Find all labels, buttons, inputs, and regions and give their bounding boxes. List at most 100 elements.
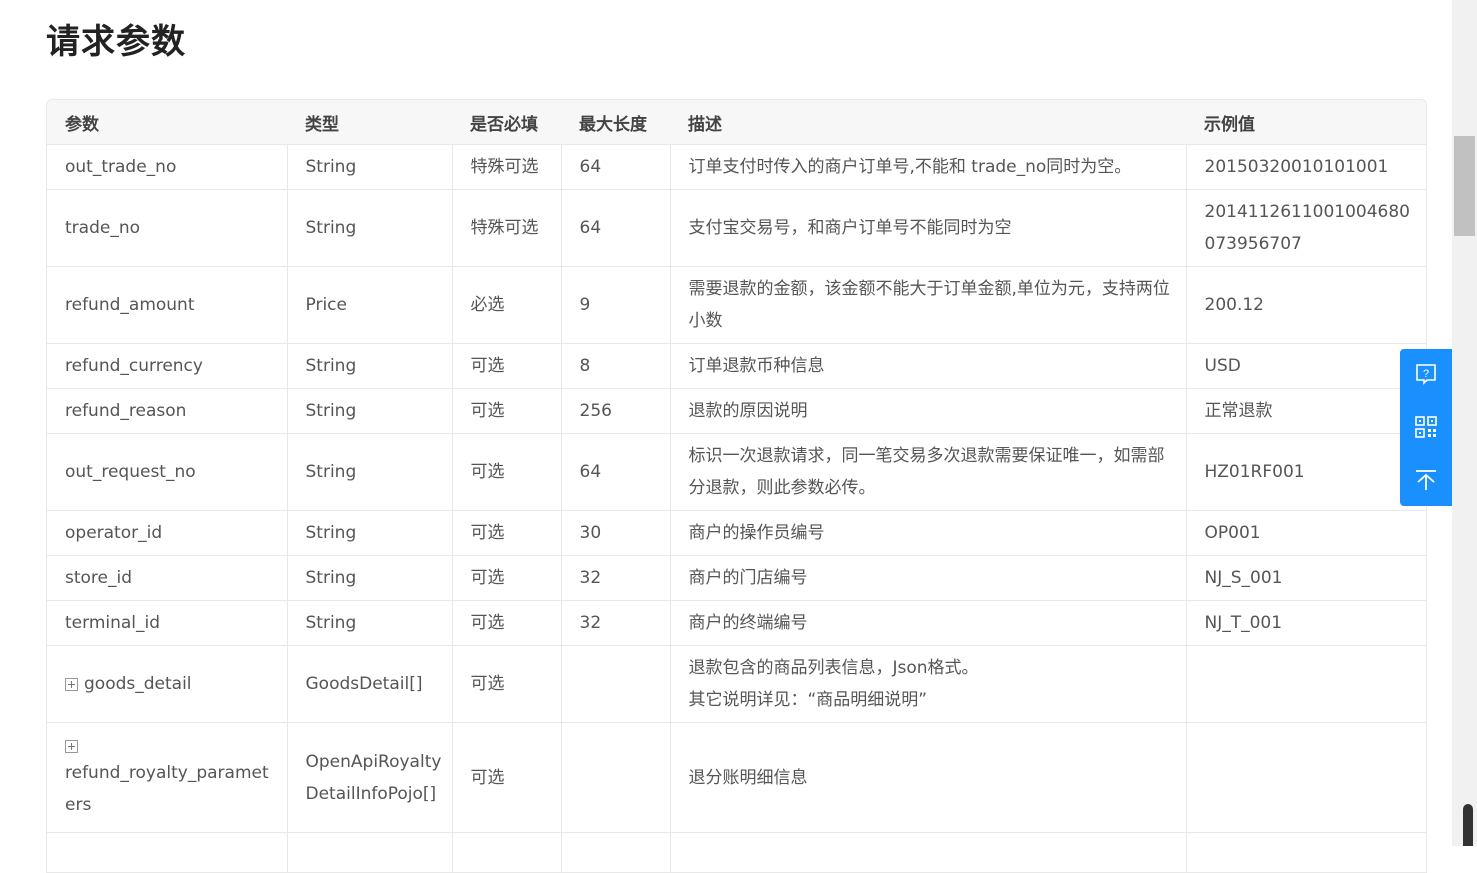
table-row: trade_no String 特殊可选 64 支付宝交易号，和商户订单号不能同… <box>47 189 1426 267</box>
cell-desc: 商户的门店编号 <box>669 555 1187 601</box>
desc-line: 退款包含的商品列表信息，Json格式。 <box>688 658 979 678</box>
cell-type: GoodsDetail[] <box>286 645 453 723</box>
cell-required: 可选 <box>451 722 562 833</box>
cell-required: 可选 <box>451 645 562 723</box>
cell-maxlen: 32 <box>560 600 671 646</box>
cell-param: store_id <box>47 555 288 601</box>
cell-example: 20150320010101001 <box>1185 144 1426 190</box>
cell-param: refund_currency <box>47 343 288 389</box>
cell-required: 可选 <box>451 600 562 646</box>
page-title: 请求参数 <box>46 22 186 62</box>
expand-plus-icon[interactable] <box>65 740 78 753</box>
back-to-top-button[interactable] <box>1400 455 1452 505</box>
cell-desc: 订单支付时传入的商户订单号,不能和 trade_no同时为空。 <box>669 144 1187 190</box>
header-type: 类型 <box>287 100 452 145</box>
param-name: refund_royalty_parameters <box>65 763 269 815</box>
cell-maxlen: 256 <box>560 388 671 434</box>
params-table: 参数 类型 是否必填 最大长度 描述 示例值 out_trade_no Stri… <box>47 100 1426 873</box>
svg-text:?: ? <box>1423 368 1429 380</box>
table-row: refund_amount Price 必选 9 需要退款的金额，该金额不能大于… <box>47 266 1426 344</box>
desc-line: 其它说明详见：“商品明细说明” <box>688 690 928 710</box>
cell-example <box>1185 645 1426 723</box>
cell-desc: 退分账明细信息 <box>669 722 1187 833</box>
back-to-top-icon <box>1416 470 1436 490</box>
table-row: goods_detail GoodsDetail[] 可选 退款包含的商品列表信… <box>47 645 1426 723</box>
cell-type: String <box>286 144 453 190</box>
cell-desc: 标识一次退款请求，同一笔交易多次退款需要保证唯一，如需部分退款，则此参数必传。 <box>669 433 1187 511</box>
cell-param: goods_detail <box>47 645 288 723</box>
table-row: out_trade_no String 特殊可选 64 订单支付时传入的商户订单… <box>47 144 1426 190</box>
table-row: refund_reason String 可选 256 退款的原因说明 正常退款 <box>47 388 1426 434</box>
param-name: goods_detail <box>84 674 192 694</box>
cell-param: terminal_id <box>47 600 288 646</box>
header-maxlen: 最大长度 <box>561 100 670 145</box>
cell-example: HZ01RF001 <box>1185 433 1426 511</box>
cell-type: OpenApiRoyaltyDetailInfoPojo[] <box>286 722 453 833</box>
cell-type: Price <box>286 266 453 344</box>
cell-maxlen: 64 <box>560 189 671 267</box>
secondary-scroll-indicator <box>1463 804 1473 846</box>
cell-maxlen: 32 <box>560 555 671 601</box>
header-desc: 描述 <box>670 100 1186 145</box>
table-row: refund_royalty_parameters OpenApiRoyalty… <box>47 722 1426 833</box>
table-row <box>47 832 1426 873</box>
cell-desc: 需要退款的金额，该金额不能大于订单金额,单位为元，支持两位小数 <box>669 266 1187 344</box>
table-row: terminal_id String 可选 32 商户的终端编号 NJ_T_00… <box>47 600 1426 646</box>
table-row: refund_currency String 可选 8 订单退款币种信息 USD <box>47 343 1426 389</box>
cell-example: NJ_S_001 <box>1185 555 1426 601</box>
cell-maxlen: 30 <box>560 510 671 556</box>
qrcode-button[interactable] <box>1400 402 1452 452</box>
cell-type: String <box>286 600 453 646</box>
header-param: 参数 <box>47 100 287 145</box>
cell-required: 可选 <box>451 388 562 434</box>
cell-example: USD <box>1185 343 1426 389</box>
cell-desc: 退款的原因说明 <box>669 388 1187 434</box>
help-icon: ? <box>1416 364 1436 385</box>
cell-required: 必选 <box>451 266 562 344</box>
expand-plus-icon[interactable] <box>65 677 78 691</box>
cell-example: 正常退款 <box>1185 388 1426 434</box>
scrollbar-track[interactable] <box>1452 0 1477 846</box>
help-button[interactable]: ? <box>1400 349 1452 399</box>
cell-type: String <box>286 555 453 601</box>
cell-required: 特殊可选 <box>451 144 562 190</box>
cell-type: String <box>286 388 453 434</box>
cell-param: operator_id <box>47 510 288 556</box>
cell-desc: 退款包含的商品列表信息，Json格式。 其它说明详见：“商品明细说明” <box>669 645 1187 723</box>
cell-required: 特殊可选 <box>451 189 562 267</box>
cell-param: refund_royalty_parameters <box>47 722 288 833</box>
cell-maxlen: 64 <box>560 433 671 511</box>
cell-maxlen <box>560 722 671 833</box>
cell-maxlen: 8 <box>560 343 671 389</box>
table-row: store_id String 可选 32 商户的门店编号 NJ_S_001 <box>47 555 1426 601</box>
cell-type: String <box>286 343 453 389</box>
cell-type: String <box>286 433 453 511</box>
cell-maxlen: 64 <box>560 144 671 190</box>
cell-desc: 商户的操作员编号 <box>669 510 1187 556</box>
cell-param: out_request_no <box>47 433 288 511</box>
cell-example: 200.12 <box>1185 266 1426 344</box>
cell-example: 2014112611001004680073956707 <box>1185 189 1426 267</box>
cell-desc: 支付宝交易号，和商户订单号不能同时为空 <box>669 189 1187 267</box>
floating-side-panel: ? <box>1400 349 1452 506</box>
cell-desc: 订单退款币种信息 <box>669 343 1187 389</box>
cell-maxlen <box>560 645 671 723</box>
cell-required: 可选 <box>451 433 562 511</box>
cell-example: NJ_T_001 <box>1185 600 1426 646</box>
cell-param: out_trade_no <box>47 144 288 190</box>
table-row: operator_id String 可选 30 商户的操作员编号 OP001 <box>47 510 1426 556</box>
cell-required: 可选 <box>451 510 562 556</box>
cell-maxlen: 9 <box>560 266 671 344</box>
cell-param: trade_no <box>47 189 288 267</box>
header-required: 是否必填 <box>452 100 561 145</box>
cell-desc: 商户的终端编号 <box>669 600 1187 646</box>
header-example: 示例值 <box>1186 100 1426 145</box>
cell-param: refund_amount <box>47 266 288 344</box>
table-row: out_request_no String 可选 64 标识一次退款请求，同一笔… <box>47 433 1426 511</box>
cell-type: String <box>286 189 453 267</box>
cell-example <box>1185 722 1426 833</box>
params-table-wrapper: 参数 类型 是否必填 最大长度 描述 示例值 out_trade_no Stri… <box>46 99 1427 873</box>
cell-type: String <box>286 510 453 556</box>
scrollbar-thumb[interactable] <box>1454 136 1475 236</box>
cell-param: refund_reason <box>47 388 288 434</box>
